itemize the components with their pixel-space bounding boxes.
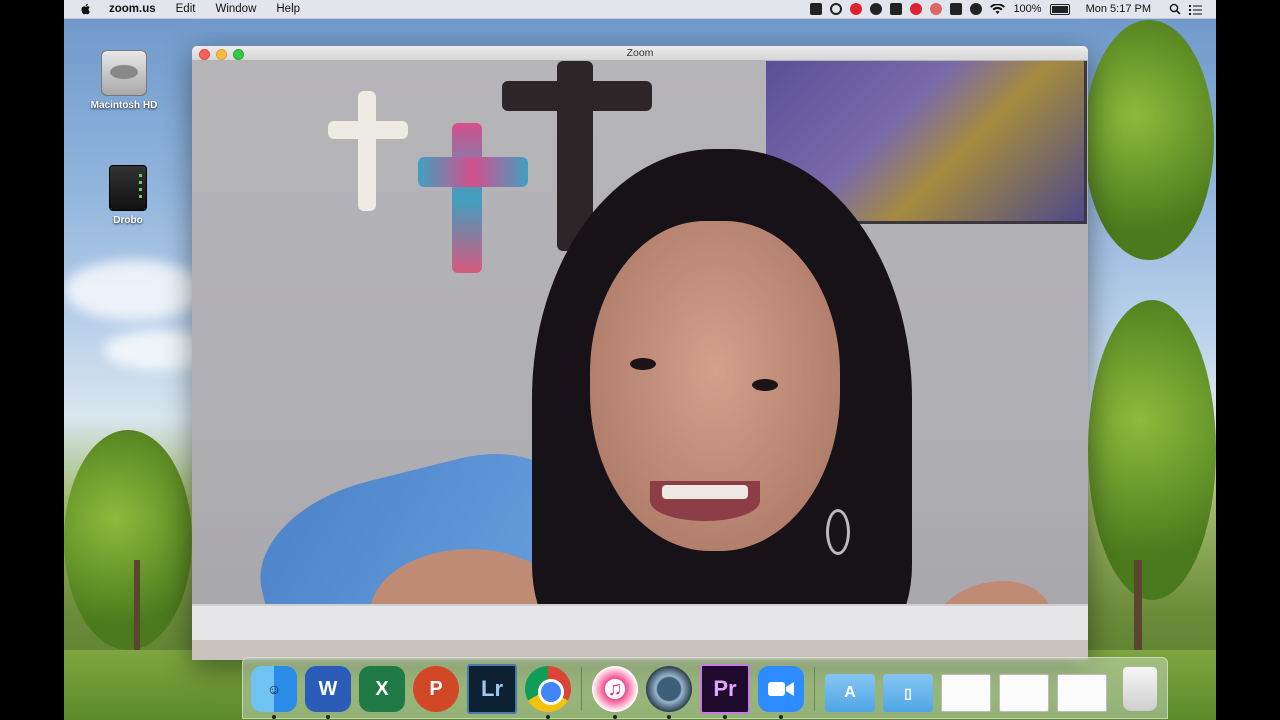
dock-applications-folder[interactable]: A bbox=[825, 674, 875, 712]
mobile-icon[interactable] bbox=[950, 3, 963, 15]
spotlight-search-icon[interactable] bbox=[1169, 3, 1181, 15]
dock-stack-2[interactable] bbox=[999, 674, 1049, 712]
dock: ☺ W X P Lr ♫ Pr A ▯ bbox=[242, 657, 1168, 719]
video-feed[interactable] bbox=[192, 61, 1088, 660]
dock-stack-1[interactable] bbox=[941, 674, 991, 712]
window-titlebar[interactable]: Zoom bbox=[192, 46, 1088, 61]
tree bbox=[64, 430, 192, 650]
menu-clock[interactable]: Mon 5:17 PM bbox=[1086, 3, 1151, 15]
notification-center-icon[interactable] bbox=[1189, 4, 1202, 15]
menu-edit[interactable]: Edit bbox=[166, 3, 206, 15]
eye bbox=[752, 379, 778, 391]
battery-icon[interactable] bbox=[1049, 3, 1070, 15]
itunes-icon: ♫ bbox=[607, 677, 623, 700]
running-indicator bbox=[613, 715, 617, 719]
folder-icon: A bbox=[844, 684, 856, 701]
running-indicator bbox=[326, 715, 330, 719]
dock-chrome[interactable] bbox=[525, 666, 571, 719]
earring bbox=[826, 509, 850, 555]
hard-drive-icon bbox=[101, 50, 147, 96]
dock-powerpoint[interactable]: P bbox=[413, 666, 459, 712]
dock-documents-folder[interactable]: ▯ bbox=[883, 674, 933, 712]
word-icon: W bbox=[318, 677, 338, 700]
video-camera-icon bbox=[768, 682, 794, 696]
eye-icon[interactable] bbox=[870, 3, 883, 15]
dock-trash[interactable] bbox=[1123, 667, 1157, 711]
zoom-status-icon[interactable] bbox=[810, 3, 823, 15]
battery-percent: 100% bbox=[1013, 3, 1042, 15]
desktop: zoom.us Edit Window Help 100% Mon 5:17 P… bbox=[64, 0, 1216, 720]
tree bbox=[1088, 300, 1216, 600]
app-menu-icon[interactable] bbox=[890, 3, 903, 15]
desktop-icon-drobo[interactable]: Drobo bbox=[88, 165, 168, 226]
minimize-button[interactable] bbox=[216, 49, 227, 60]
running-indicator bbox=[723, 715, 727, 719]
premiere-icon: Pr bbox=[713, 676, 737, 701]
desktop-icon-label: Macintosh HD bbox=[90, 100, 158, 111]
dock-excel[interactable]: X bbox=[359, 666, 405, 712]
eye bbox=[630, 358, 656, 370]
cancel-icon[interactable] bbox=[910, 3, 923, 15]
spiral-icon[interactable] bbox=[930, 3, 943, 15]
teeth bbox=[662, 485, 748, 499]
zoom-window: Zoom bbox=[192, 46, 1088, 660]
dock-lightroom[interactable]: Lr bbox=[467, 664, 517, 714]
excel-icon: X bbox=[375, 677, 389, 700]
menu-app-name[interactable]: zoom.us bbox=[99, 3, 166, 15]
running-indicator bbox=[272, 715, 276, 719]
powerpoint-icon: P bbox=[429, 677, 443, 700]
menu-help[interactable]: Help bbox=[266, 3, 310, 15]
dock-finder[interactable]: ☺ bbox=[251, 666, 297, 719]
folder-icon: ▯ bbox=[904, 684, 912, 701]
finder-icon: ☺ bbox=[266, 681, 282, 697]
dock-word[interactable]: W bbox=[305, 666, 351, 719]
window-title: Zoom bbox=[626, 47, 654, 59]
creative-cloud-icon[interactable] bbox=[850, 3, 863, 15]
dock-zoom[interactable] bbox=[758, 666, 804, 719]
dock-stack-3[interactable] bbox=[1057, 674, 1107, 712]
running-indicator bbox=[546, 715, 550, 719]
running-indicator bbox=[667, 715, 671, 719]
record-icon[interactable] bbox=[830, 3, 843, 15]
desktop-icon-label: Drobo bbox=[113, 215, 143, 226]
wifi-icon[interactable] bbox=[990, 3, 1006, 15]
bluetooth-icon[interactable] bbox=[970, 3, 983, 15]
baseboard bbox=[192, 604, 1088, 640]
dock-premiere[interactable]: Pr bbox=[700, 664, 750, 719]
lightroom-icon: Lr bbox=[481, 676, 503, 701]
dock-separator bbox=[581, 667, 582, 711]
apple-menu-icon[interactable] bbox=[80, 3, 91, 15]
maximize-button[interactable] bbox=[233, 49, 244, 60]
tree bbox=[1084, 20, 1214, 260]
dock-separator bbox=[814, 667, 815, 711]
dock-itunes[interactable]: ♫ bbox=[592, 666, 638, 719]
menu-bar: zoom.us Edit Window Help 100% Mon 5:17 P… bbox=[64, 0, 1216, 19]
menu-window[interactable]: Window bbox=[205, 3, 266, 15]
dock-quicktime[interactable] bbox=[646, 666, 692, 719]
drobo-drive-icon bbox=[109, 165, 147, 211]
running-indicator bbox=[779, 715, 783, 719]
desktop-icon-macintosh-hd[interactable]: Macintosh HD bbox=[84, 50, 164, 111]
close-button[interactable] bbox=[199, 49, 210, 60]
